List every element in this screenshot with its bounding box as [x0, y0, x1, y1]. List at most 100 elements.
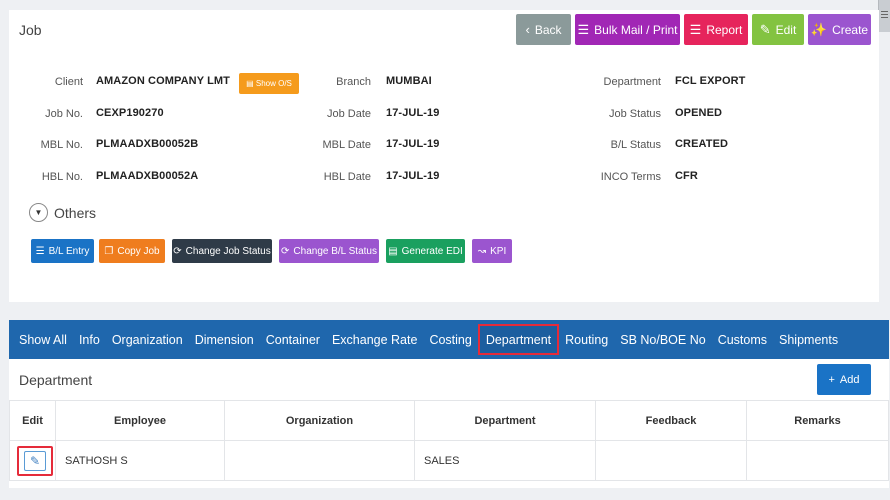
- cell-employee: SATHOSH S: [55, 440, 225, 481]
- window-menu-handle[interactable]: [878, 0, 890, 32]
- kpi-label: KPI: [490, 245, 507, 257]
- tab-show-all[interactable]: Show All: [13, 324, 73, 355]
- chevron-left-icon: ‹: [525, 22, 530, 37]
- list-icon: ☰: [35, 245, 45, 257]
- job-no-label: Job No.: [45, 108, 83, 120]
- col-department: Department: [414, 400, 596, 441]
- col-employee: Employee: [55, 400, 225, 441]
- change-bl-status-label: Change B/L Status: [293, 245, 377, 257]
- document-icon: ▤: [246, 79, 256, 88]
- edit-cell: ✎: [9, 440, 56, 481]
- table-row: ✎ SATHOSH S SALES: [9, 440, 889, 481]
- job-date-value: 17-JUL-19: [386, 107, 440, 119]
- job-details-card: Job ‹ Back ☰ Bulk Mail / Print ☰ Report …: [9, 10, 879, 302]
- copy-icon: ❐: [104, 245, 114, 257]
- magic-wand-icon: ✨: [810, 21, 828, 37]
- back-button[interactable]: ‹ Back: [516, 14, 571, 45]
- bl-entry-label: B/L Entry: [48, 245, 90, 257]
- tab-exchange-rate[interactable]: Exchange Rate: [326, 324, 423, 355]
- bl-status-value: CREATED: [675, 138, 729, 150]
- bulk-mail-print-button[interactable]: ☰ Bulk Mail / Print: [575, 14, 680, 45]
- edit-label: Edit: [775, 22, 797, 37]
- change-job-status-label: Change Job Status: [185, 245, 271, 257]
- show-os-label: Show O/S: [255, 79, 292, 88]
- inco-terms-value: CFR: [675, 170, 698, 182]
- table-header-row: Edit Employee Organization Department Fe…: [9, 400, 889, 441]
- plus-icon: +: [828, 373, 835, 386]
- col-organization: Organization: [224, 400, 415, 441]
- hbl-no-label: HBL No.: [41, 171, 83, 183]
- hbl-date-label: HBL Date: [323, 171, 371, 183]
- list-icon: ☰: [689, 21, 702, 37]
- report-button[interactable]: ☰ Report: [684, 14, 748, 45]
- tab-bar: Show All Info Organization Dimension Con…: [9, 320, 889, 359]
- tab-sb-boe-no[interactable]: SB No/BOE No: [614, 324, 711, 355]
- tab-organization[interactable]: Organization: [106, 324, 189, 355]
- tab-department[interactable]: Department: [477, 324, 560, 355]
- cell-department: SALES: [414, 440, 596, 481]
- col-remarks: Remarks: [746, 400, 889, 441]
- inco-terms-label: INCO Terms: [600, 171, 661, 183]
- department-table: Edit Employee Organization Department Fe…: [9, 400, 889, 481]
- tab-container[interactable]: Container: [260, 324, 326, 355]
- branch-label: Branch: [336, 76, 371, 88]
- job-no-value: CEXP190270: [96, 107, 164, 119]
- tab-dimension[interactable]: Dimension: [189, 324, 260, 355]
- tab-shipments[interactable]: Shipments: [773, 324, 844, 355]
- client-label: Client: [54, 76, 83, 88]
- copy-job-button[interactable]: ❐ Copy Job: [99, 239, 165, 263]
- mbl-no-value: PLMAADXB00052B: [96, 138, 199, 150]
- hbl-date-value: 17-JUL-19: [386, 170, 440, 182]
- chart-icon: ↝: [477, 245, 487, 257]
- report-label: Report: [706, 22, 743, 37]
- cell-feedback: [595, 440, 747, 481]
- others-label: Others: [54, 204, 97, 221]
- tab-costing[interactable]: Costing: [423, 324, 477, 355]
- list-icon: ☰: [577, 21, 590, 37]
- tab-info[interactable]: Info: [73, 324, 106, 355]
- job-date-label: Job Date: [326, 108, 371, 120]
- mbl-date-value: 17-JUL-19: [386, 138, 440, 150]
- col-feedback: Feedback: [595, 400, 747, 441]
- cell-remarks: [746, 440, 889, 481]
- bl-status-label: B/L Status: [610, 139, 661, 151]
- create-label: Create: [832, 22, 869, 37]
- add-button[interactable]: + Add: [817, 364, 871, 395]
- section-title: Department: [19, 372, 93, 388]
- refresh-icon: ⟳: [173, 245, 182, 257]
- copy-job-label: Copy Job: [117, 245, 160, 257]
- row-edit-button[interactable]: ✎: [17, 445, 53, 476]
- cell-organization: [224, 440, 415, 481]
- add-label: Add: [839, 373, 860, 386]
- edit-icon: ✎: [24, 450, 46, 471]
- edit-button[interactable]: ✎ Edit: [752, 14, 804, 45]
- department-panel: Show All Info Organization Dimension Con…: [9, 320, 889, 488]
- show-os-button[interactable]: ▤ Show O/S: [239, 73, 299, 94]
- department-label: Department: [603, 76, 661, 88]
- mbl-no-label: MBL No.: [40, 139, 83, 151]
- mbl-date-label: MBL Date: [322, 139, 371, 151]
- hbl-no-value: PLMAADXB00052A: [96, 170, 199, 182]
- bulk-label: Bulk Mail / Print: [594, 22, 678, 37]
- others-toggle[interactable]: ▼ Others: [29, 203, 96, 222]
- file-icon: ▤: [388, 245, 398, 257]
- tab-customs[interactable]: Customs: [712, 324, 773, 355]
- col-edit: Edit: [9, 400, 56, 441]
- back-label: Back: [534, 22, 562, 37]
- caret-down-icon: ▼: [29, 203, 48, 222]
- generate-edi-button[interactable]: ▤ Generate EDI: [386, 239, 465, 263]
- branch-value: MUMBAI: [386, 75, 432, 87]
- change-job-status-button[interactable]: ⟳ Change Job Status: [172, 239, 272, 263]
- generate-edi-label: Generate EDI: [401, 245, 463, 257]
- kpi-button[interactable]: ↝ KPI: [472, 239, 512, 263]
- department-value: FCL EXPORT: [675, 75, 746, 87]
- bl-entry-button[interactable]: ☰ B/L Entry: [31, 239, 94, 263]
- change-bl-status-button[interactable]: ⟳ Change B/L Status: [279, 239, 379, 263]
- page-title: Job: [19, 22, 42, 38]
- job-status-value: OPENED: [675, 107, 723, 119]
- tab-routing[interactable]: Routing: [559, 324, 614, 355]
- refresh-icon: ⟳: [281, 245, 290, 257]
- edit-icon: ✎: [759, 21, 771, 37]
- job-status-label: Job Status: [609, 108, 661, 120]
- create-button[interactable]: ✨ Create: [808, 14, 871, 45]
